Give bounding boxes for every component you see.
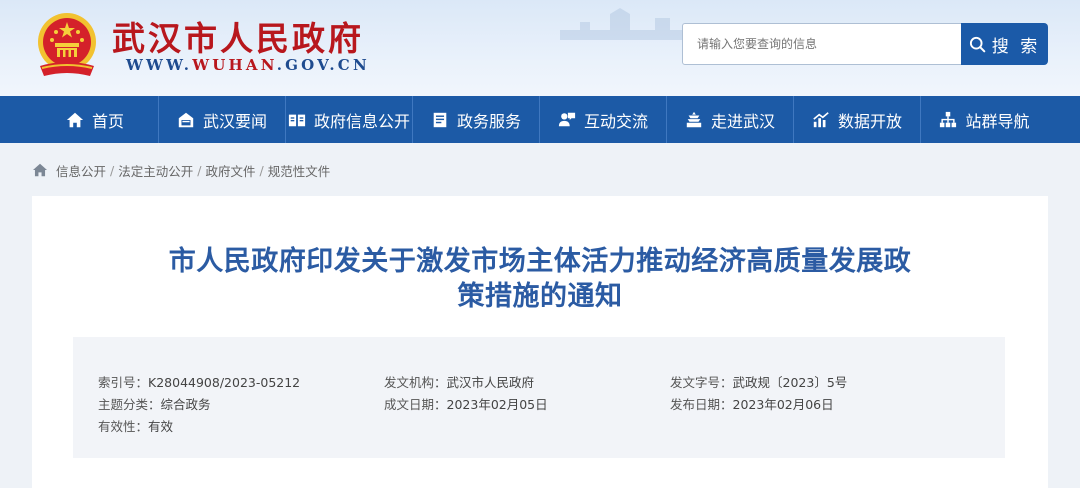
breadcrumb-separator: / xyxy=(110,162,115,178)
domain-suffix: .GOV.CN xyxy=(276,56,370,74)
site-domain: WWW.WUHAN.GOV.CN xyxy=(126,56,370,74)
sitemap-icon xyxy=(940,111,957,127)
nav-item-home[interactable]: 首页 xyxy=(32,96,159,143)
news-icon xyxy=(178,112,194,127)
breadcrumb-item[interactable]: 规范性文件 xyxy=(268,161,331,180)
data-chart-icon xyxy=(813,111,829,127)
search-input[interactable] xyxy=(682,23,962,65)
breadcrumb: 信息公开 / 法定主动公开 / 政府文件 / 规范性文件 xyxy=(32,161,331,180)
domain-accent: WUHAN xyxy=(192,56,277,74)
home-icon xyxy=(66,112,84,127)
info-book-icon xyxy=(288,114,306,126)
breadcrumb-item[interactable]: 法定主动公开 xyxy=(118,161,193,180)
meta-validity: 有效性：有效 xyxy=(98,416,173,435)
nav-item-label: 站群导航 xyxy=(965,111,1030,131)
meta-created-date: 成文日期：2023年02月05日 xyxy=(384,394,548,413)
article-title: 市人民政府印发关于激发市场主体活力推动经济高质量发展政 策措施的通知 xyxy=(72,244,1008,314)
meta-published-date: 发布日期：2023年02月06日 xyxy=(670,394,834,413)
nav-item-site-nav[interactable]: 站群导航 xyxy=(921,96,1048,143)
building-icon xyxy=(686,111,702,127)
nav-item-label: 首页 xyxy=(91,111,124,131)
article-title-line: 策措施的通知 xyxy=(457,281,623,312)
breadcrumb-separator: / xyxy=(197,162,202,178)
nav-item-visit-wuhan[interactable]: 走进武汉 xyxy=(667,96,794,143)
service-icon xyxy=(433,112,447,127)
domain-prefix: WWW. xyxy=(126,56,193,74)
meta-key: 索引号： xyxy=(98,375,149,390)
nav-item-open-data[interactable]: 数据开放 xyxy=(794,96,921,143)
nav-item-interaction[interactable]: 互动交流 xyxy=(540,96,667,143)
meta-topic: 主题分类：综合政务 xyxy=(98,394,211,413)
meta-document-number: 发文字号：武政规〔2023〕5号 xyxy=(670,372,847,391)
national-emblem-logo[interactable] xyxy=(34,10,100,82)
meta-value: 武政规〔2023〕5号 xyxy=(732,375,848,390)
nav-item-wuhan-news[interactable]: 武汉要闻 xyxy=(159,96,286,143)
meta-key: 成文日期： xyxy=(384,397,447,412)
meta-index-number: 索引号：K28044908/2023-05212 xyxy=(98,372,300,391)
breadcrumb-separator: / xyxy=(259,162,264,178)
breadcrumb-item[interactable]: 信息公开 xyxy=(56,161,106,180)
meta-value: K28044908/2023-05212 xyxy=(148,375,301,390)
article-title-line: 市人民政府印发关于激发市场主体活力推动经济高质量发展政 xyxy=(168,246,912,277)
nav-item-label: 数据开放 xyxy=(837,111,902,131)
meta-key: 有效性： xyxy=(98,419,149,434)
meta-value: 有效 xyxy=(148,419,174,434)
meta-key: 主题分类： xyxy=(98,397,161,412)
search-icon xyxy=(969,36,986,52)
nav-item-label: 互动交流 xyxy=(583,111,648,131)
site-title[interactable]: 武汉市人民政府 xyxy=(112,12,364,60)
meta-key: 发布日期： xyxy=(670,397,733,412)
search-button[interactable]: 搜 索 xyxy=(961,23,1048,65)
document-metadata-panel: 索引号：K28044908/2023-05212 发文机构：武汉市人民政府 发文… xyxy=(73,337,1005,458)
search-button-label: 搜 索 xyxy=(991,36,1041,57)
breadcrumb-item[interactable]: 政府文件 xyxy=(205,161,255,180)
meta-value: 武汉市人民政府 xyxy=(446,375,535,390)
article-card: 市人民政府印发关于激发市场主体活力推动经济高质量发展政 策措施的通知 索引号：K… xyxy=(32,196,1048,488)
interaction-icon xyxy=(558,112,576,126)
meta-issuer: 发文机构：武汉市人民政府 xyxy=(384,372,534,391)
nav-item-gov-service[interactable]: 政务服务 xyxy=(413,96,540,143)
meta-key: 发文机构： xyxy=(384,375,447,390)
meta-value: 综合政务 xyxy=(160,397,211,412)
nav-item-label: 政府信息公开 xyxy=(313,111,410,131)
meta-key: 发文字号： xyxy=(670,375,733,390)
home-icon xyxy=(33,163,47,177)
nav-item-label: 武汉要闻 xyxy=(202,111,267,131)
main-nav: 首页 武汉要闻 政府信息公开 政务服务 互动交流 走进武汉 数据开放 站群导航 xyxy=(0,96,1080,143)
nav-item-gov-info[interactable]: 政府信息公开 xyxy=(286,96,413,143)
meta-value: 2023年02月06日 xyxy=(732,397,834,412)
nav-item-label: 走进武汉 xyxy=(710,111,775,131)
site-header: 武汉市人民政府 WWW.WUHAN.GOV.CN 搜 索 xyxy=(0,0,1080,96)
nav-item-label: 政务服务 xyxy=(456,111,521,131)
meta-value: 2023年02月05日 xyxy=(446,397,548,412)
